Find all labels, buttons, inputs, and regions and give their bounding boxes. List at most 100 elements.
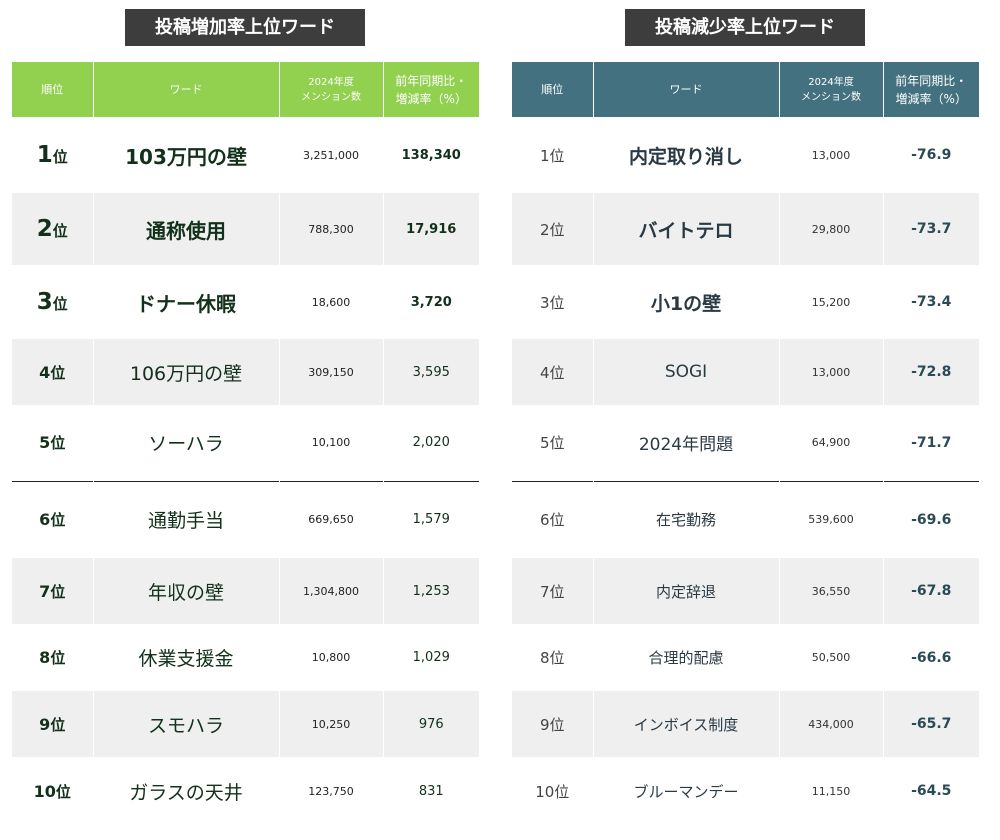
rate-cell: 17,916 xyxy=(383,193,479,265)
word-cell: 106万円の壁 xyxy=(93,339,280,405)
table-row: 8位 休業支援金 10,800 1,029 xyxy=(12,624,479,691)
rank-cell: 7位 xyxy=(512,558,594,624)
rank-cell: 5位 xyxy=(512,405,594,481)
rate-cell: -67.8 xyxy=(883,558,979,624)
table-row: 2位 バイトテロ 29,800 -73.7 xyxy=(512,193,979,265)
rank-cell: 1位 xyxy=(512,117,594,193)
rank-cell: 8位 xyxy=(512,624,594,691)
header-rate-line1: 前年同期比・ xyxy=(895,73,968,88)
header-count-line2: メンション数 xyxy=(801,91,861,103)
rate-cell: 1,029 xyxy=(412,650,450,665)
rate-cell: -64.5 xyxy=(911,783,952,799)
table-row: 6位 通勤手当 669,650 1,579 xyxy=(12,480,479,558)
count-cell: 11,150 xyxy=(779,757,884,825)
decrease-ranking-title: 投稿減少率上位ワード xyxy=(625,9,865,46)
header-count-line2: メンション数 xyxy=(301,91,361,103)
rank-number: 7 xyxy=(39,581,51,601)
word-cell: 合理的配慮 xyxy=(593,624,780,691)
count-cell: 788,300 xyxy=(279,193,384,265)
count-cell: 36,550 xyxy=(779,558,884,624)
header-change-rate: 前年同期比・ 増減率（%） xyxy=(383,62,479,117)
count-cell: 434,000 xyxy=(779,691,884,757)
rank-cell: 1位 xyxy=(12,117,94,193)
word-cell: 103万円の壁 xyxy=(93,117,280,193)
word-cell: 内定取り消し xyxy=(593,117,780,193)
rank-suffix: 位 xyxy=(52,222,68,240)
rank-number: 2 xyxy=(36,216,53,242)
rate-cell: -72.8 xyxy=(883,339,979,405)
count-cell: 1,304,800 xyxy=(279,558,384,624)
rank-cell: 4位 xyxy=(512,339,594,405)
rank-number: 4 xyxy=(39,362,51,382)
rank-suffix: 位 xyxy=(50,434,66,453)
table-row: 6位 在宅勤務 539,600 -69.6 xyxy=(512,480,979,558)
rank-number: 10 xyxy=(33,781,56,801)
word-cell: ソーハラ xyxy=(93,405,280,481)
rank-cell: 6位 xyxy=(512,480,594,558)
word-cell: インボイス制度 xyxy=(593,691,780,757)
rank-suffix: 位 xyxy=(50,363,66,382)
table-row: 3位 ドナー休暇 18,600 3,720 xyxy=(12,265,479,339)
header-count-line1: 2024年度 xyxy=(308,76,354,88)
header-rank: 順位 xyxy=(512,62,594,117)
word-cell: ブルーマンデー xyxy=(593,757,780,825)
header-word: ワード xyxy=(93,62,280,117)
count-cell: 3,251,000 xyxy=(279,117,384,193)
count-cell: 15,200 xyxy=(779,265,884,339)
count-cell: 64,900 xyxy=(779,405,884,481)
count-cell: 13,000 xyxy=(779,117,884,193)
rate-cell: -73.7 xyxy=(883,193,979,265)
rate-cell: 976 xyxy=(383,691,479,757)
count-cell: 29,800 xyxy=(779,193,884,265)
rank-cell: 3位 xyxy=(512,265,594,339)
table-row: 5位 2024年問題 64,900 -71.7 xyxy=(512,405,979,481)
rate-cell: 1,579 xyxy=(383,480,479,558)
rank-suffix: 位 xyxy=(50,715,66,734)
rate-cell: -71.7 xyxy=(911,434,952,451)
count-cell: 669,650 xyxy=(279,480,384,558)
word-cell: ガラスの天井 xyxy=(93,757,280,825)
word-cell: 内定辞退 xyxy=(593,558,780,624)
rank-cell: 10位 xyxy=(12,757,94,825)
header-rate-line2: 増減率（%） xyxy=(395,91,467,106)
rank-cell: 3位 xyxy=(12,265,94,339)
rank-cell: 9位 xyxy=(12,691,94,757)
count-cell: 13,000 xyxy=(779,339,884,405)
rank-number: 5 xyxy=(39,433,51,453)
header-rate-line1: 前年同期比・ xyxy=(395,73,468,88)
rank-suffix: 位 xyxy=(50,582,66,601)
count-cell: 50,500 xyxy=(779,624,884,691)
rank-cell: 2位 xyxy=(512,193,594,265)
rate-cell: -76.9 xyxy=(911,147,952,163)
header-count-line1: 2024年度 xyxy=(808,76,854,88)
count-cell: 18,600 xyxy=(279,265,384,339)
word-cell: 休業支援金 xyxy=(93,624,280,691)
rate-cell: 3,595 xyxy=(383,339,479,405)
word-cell: 2024年問題 xyxy=(593,405,780,481)
count-cell: 309,150 xyxy=(279,339,384,405)
count-cell: 10,100 xyxy=(279,405,384,481)
rank-suffix: 位 xyxy=(50,511,66,530)
rank-suffix: 位 xyxy=(50,649,66,667)
header-rate-line2: 増減率（%） xyxy=(895,91,967,106)
table-row: 9位 スモハラ 10,250 976 xyxy=(12,691,479,757)
word-cell: 通称使用 xyxy=(93,193,280,265)
rate-cell: -65.7 xyxy=(883,691,979,757)
word-cell: 年収の壁 xyxy=(93,558,280,624)
table-row: 4位 SOGI 13,000 -72.8 xyxy=(512,339,979,405)
rank-cell: 10位 xyxy=(512,757,594,825)
rate-cell: -69.6 xyxy=(883,480,979,558)
rate-cell: 3,720 xyxy=(410,294,452,310)
rate-cell: 138,340 xyxy=(401,147,461,163)
decrease-ranking-table: 順位 ワード 2024年度 メンション数 前年同期比・ 増減率（%） 1位 内定… xyxy=(512,62,979,825)
rank-suffix: 位 xyxy=(55,782,71,801)
word-cell: 小1の壁 xyxy=(593,265,780,339)
word-cell: 在宅勤務 xyxy=(593,480,780,558)
table-header-row: 順位 ワード 2024年度 メンション数 前年同期比・ 増減率（%） xyxy=(512,62,979,117)
rank-suffix: 位 xyxy=(52,295,68,313)
rank-cell: 8位 xyxy=(12,624,94,691)
header-word: ワード xyxy=(593,62,780,117)
rank-cell: 4位 xyxy=(12,339,94,405)
table-row: 7位 内定辞退 36,550 -67.8 xyxy=(512,558,979,624)
table-row: 3位 小1の壁 15,200 -73.4 xyxy=(512,265,979,339)
